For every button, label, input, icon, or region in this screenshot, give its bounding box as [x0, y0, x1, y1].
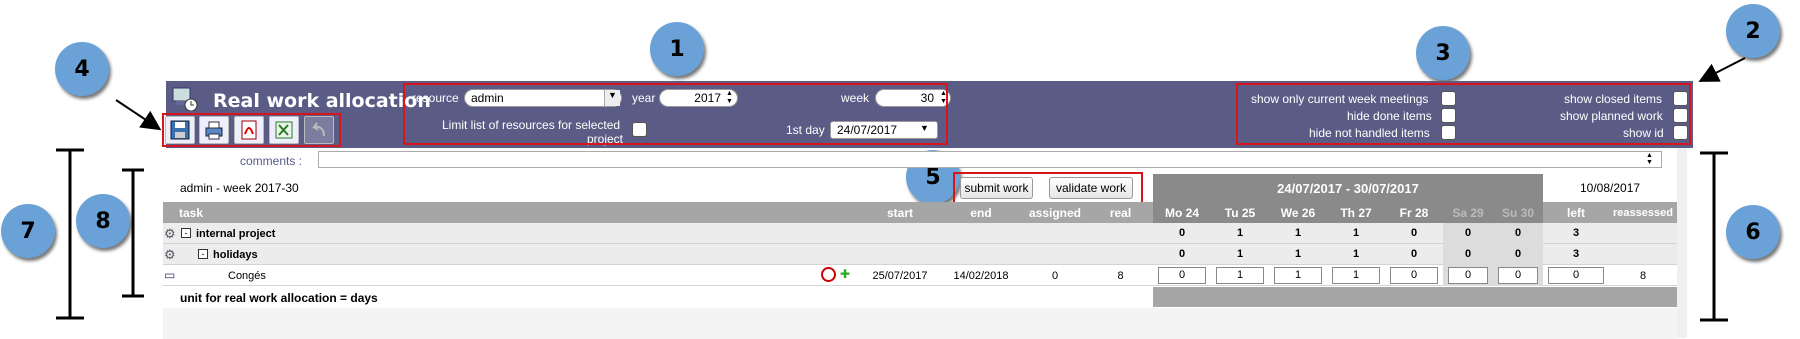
- comments-field[interactable]: [318, 151, 1662, 168]
- row-reassessed: 8: [1639, 270, 1647, 282]
- col-su: Su 30: [1493, 202, 1543, 223]
- day-cell: 1: [1236, 248, 1244, 260]
- row-end: 14/02/2018: [953, 270, 1009, 282]
- day-cell: 0: [1493, 223, 1543, 244]
- row-left: 3: [1572, 248, 1580, 260]
- highlight-buttons: [953, 172, 1143, 204]
- col-start: start: [860, 202, 940, 223]
- date-right: 10/08/2017: [1580, 181, 1641, 195]
- day-cell: 1: [1352, 248, 1360, 260]
- row-name: internal project: [196, 228, 276, 240]
- row-real: 8: [1117, 270, 1124, 282]
- no-entry-icon[interactable]: [821, 267, 836, 282]
- day-input[interactable]: 0: [1498, 267, 1538, 284]
- col-end: end: [940, 202, 1022, 223]
- gear-icon[interactable]: ⚙: [164, 247, 176, 263]
- day-input[interactable]: 1: [1216, 267, 1264, 284]
- day-cell: 1: [1352, 227, 1360, 239]
- collapse-icon[interactable]: -: [181, 228, 191, 238]
- day-cell: 0: [1443, 244, 1493, 265]
- day-input[interactable]: 0: [1158, 267, 1206, 284]
- col-sa: Sa 29: [1443, 202, 1493, 223]
- collapse-icon[interactable]: -: [198, 249, 208, 259]
- day-input[interactable]: 0: [1390, 267, 1438, 284]
- col-reassessed: reassessed: [1609, 202, 1677, 223]
- day-cell: 1: [1294, 248, 1302, 260]
- col-mo: Mo 24: [1153, 202, 1211, 223]
- footer-label: unit for real work allocation = days: [180, 291, 378, 305]
- day-input[interactable]: 0: [1448, 267, 1488, 284]
- row-start: 25/07/2017: [872, 270, 928, 282]
- day-cell: 0: [1178, 248, 1186, 260]
- col-task: task: [163, 202, 860, 223]
- left-input[interactable]: 0: [1548, 267, 1604, 284]
- right-scrollbar[interactable]: [1677, 148, 1687, 338]
- row-name: holidays: [213, 249, 258, 261]
- bottom-area: [163, 308, 1677, 339]
- footer-bar: [1153, 287, 1677, 307]
- period-header: 24/07/2017 - 30/07/2017: [1153, 174, 1543, 202]
- highlight-options: [1236, 83, 1691, 145]
- highlight-toolbar: [162, 113, 341, 147]
- day-cell: 0: [1410, 227, 1418, 239]
- day-cell: 0: [1493, 244, 1543, 265]
- add-user-icon[interactable]: ✚: [840, 267, 850, 281]
- row-assigned: 0: [1051, 270, 1059, 282]
- week-title: admin - week 2017-30: [180, 181, 299, 195]
- col-tu: Tu 25: [1211, 202, 1269, 223]
- day-cell: 0: [1178, 227, 1186, 239]
- gear-icon[interactable]: ⚙: [164, 226, 176, 242]
- page-title: Real work allocation: [213, 90, 431, 112]
- day-input[interactable]: 1: [1274, 267, 1322, 284]
- col-real: real: [1088, 202, 1153, 223]
- col-fr: Fr 28: [1385, 202, 1443, 223]
- app-logo-icon: [172, 87, 198, 112]
- day-cell: 0: [1443, 223, 1493, 244]
- day-cell: 0: [1410, 248, 1418, 260]
- comments-label: comments :: [240, 154, 303, 168]
- day-cell: 1: [1294, 227, 1302, 239]
- col-th: Th 27: [1327, 202, 1385, 223]
- row-left: 3: [1572, 227, 1580, 239]
- row-name: Congés: [228, 270, 266, 282]
- comments-scroll-icon[interactable]: ▲ ▼: [1646, 152, 1653, 166]
- col-we: We 26: [1269, 202, 1327, 223]
- col-assigned: assigned: [1022, 202, 1088, 223]
- day-input[interactable]: 1: [1332, 267, 1380, 284]
- col-left: left: [1543, 202, 1609, 223]
- highlight-filters: [403, 83, 948, 145]
- day-cell: 1: [1236, 227, 1244, 239]
- activity-icon: ▭: [164, 268, 176, 282]
